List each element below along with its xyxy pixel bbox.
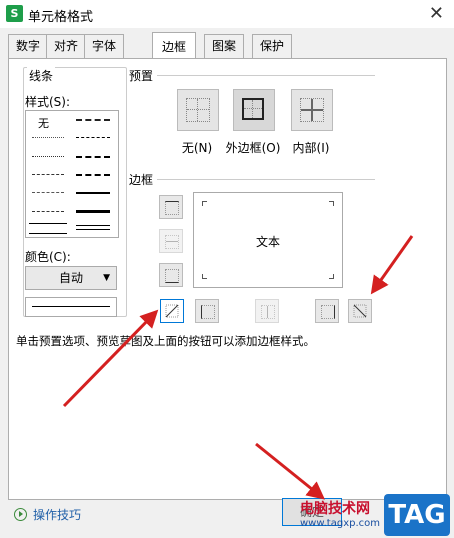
watermark-site-name: 电脑技术网 [300, 501, 370, 517]
corner-mark [329, 201, 334, 206]
border-preview[interactable]: 文本 [193, 192, 343, 288]
tab-alignment[interactable]: 对齐 [46, 34, 86, 59]
line-style-option[interactable] [76, 210, 110, 213]
border-divider [157, 179, 375, 180]
line-style-option[interactable] [76, 119, 110, 121]
hint-text: 单击预置选项、预览草图及上面的按钮可以添加边框样式。 [16, 334, 315, 348]
line-group-label: 线条 [27, 67, 56, 84]
border-left-button[interactable] [195, 299, 219, 323]
preview-text: 文本 [255, 235, 280, 249]
tab-number[interactable]: 数字 [8, 34, 48, 59]
border-inner-horizontal-icon [165, 235, 179, 249]
play-circle-icon [14, 508, 27, 521]
line-color-preview [25, 297, 117, 317]
border-left-icon [201, 305, 215, 319]
color-label: 颜色(C): [25, 250, 71, 264]
preset-none-button[interactable] [177, 89, 219, 131]
line-style-option[interactable] [32, 137, 64, 138]
border-inner-vertical-icon [261, 305, 275, 319]
style-label: 样式(S): [25, 95, 71, 109]
chevron-down-icon: ▼ [103, 273, 110, 283]
line-style-option[interactable] [76, 156, 110, 158]
line-style-option[interactable] [76, 225, 110, 230]
line-style-option[interactable] [76, 137, 110, 138]
preset-inside-label: 内部(I) [292, 141, 330, 155]
border-outline-icon [242, 98, 264, 120]
close-icon[interactable]: ✕ [429, 3, 444, 24]
diagonal-down-icon [353, 304, 367, 318]
line-style-option[interactable] [76, 174, 110, 176]
border-inside-icon [300, 98, 324, 122]
border-right-icon [321, 305, 335, 319]
presets-divider [157, 75, 375, 76]
border-inner-horizontal-button[interactable] [159, 229, 183, 253]
tab-pattern[interactable]: 图案 [204, 34, 244, 59]
line-style-option[interactable] [76, 192, 110, 194]
line-style-option[interactable] [32, 174, 64, 175]
border-top-button[interactable] [159, 195, 183, 219]
color-dropdown[interactable]: 自动 ▼ [25, 266, 117, 290]
corner-mark [329, 274, 334, 279]
diagonal-up-icon [165, 304, 179, 318]
border-bottom-icon [165, 269, 179, 283]
title-bar: S 单元格格式 ✕ [0, 0, 454, 28]
border-tab-panel: 线条 样式(S): 无 颜色(C): 自动 ▼ 预置 无(N) 外边框(O) 内… [8, 58, 447, 500]
line-style-list[interactable]: 无 [25, 110, 119, 238]
tab-border[interactable]: 边框 [152, 32, 196, 60]
border-right-button[interactable] [315, 299, 339, 323]
border-none-icon [186, 98, 210, 122]
line-style-option-selected[interactable] [29, 223, 67, 234]
border-group-label: 边框 [129, 173, 154, 187]
color-value: 自动 [58, 271, 83, 285]
border-bottom-button[interactable] [159, 263, 183, 287]
border-inner-vertical-button[interactable] [255, 299, 279, 323]
corner-mark [202, 274, 207, 279]
app-logo-icon: S [6, 5, 23, 22]
presets-group-label: 预置 [129, 69, 154, 83]
border-diagonal-up-button[interactable] [160, 299, 184, 323]
corner-mark [202, 201, 207, 206]
tab-protection[interactable]: 保护 [252, 34, 292, 59]
tips-link[interactable]: 操作技巧 [14, 506, 81, 523]
line-style-option[interactable] [32, 156, 64, 157]
tips-label: 操作技巧 [33, 508, 82, 522]
border-top-icon [165, 201, 179, 215]
line-style-option[interactable] [32, 192, 64, 193]
border-diagonal-down-button[interactable] [348, 299, 372, 323]
watermark-url: www.tagxp.com [300, 518, 380, 529]
preset-inside-button[interactable] [291, 89, 333, 131]
line-style-option[interactable] [32, 211, 64, 212]
dialog-title: 单元格格式 [28, 10, 94, 25]
watermark-logo: TAG [384, 494, 450, 536]
preset-outline-button[interactable] [233, 89, 275, 131]
tab-font[interactable]: 字体 [84, 34, 124, 59]
line-style-none[interactable]: 无 [38, 115, 49, 131]
